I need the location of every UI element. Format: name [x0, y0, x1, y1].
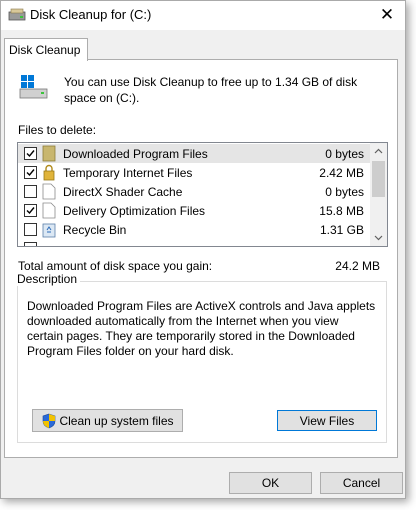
file-name: Delivery Optimization Files: [63, 204, 206, 218]
cancel-button[interactable]: Cancel: [320, 472, 403, 494]
close-icon: ✕: [379, 5, 395, 24]
total-space-label: Total amount of disk space you gain:: [18, 259, 213, 273]
checkbox[interactable]: [24, 242, 37, 246]
vertical-scrollbar[interactable]: [370, 143, 387, 246]
files-list[interactable]: Downloaded Program Files 0 bytes Tempora…: [17, 142, 388, 247]
list-item[interactable]: Downloaded Program Files 0 bytes: [18, 144, 370, 163]
scroll-down-icon[interactable]: [370, 229, 387, 246]
file-size: 2.42 MB: [319, 166, 364, 180]
shield-icon: [42, 413, 56, 429]
view-files-button[interactable]: View Files: [277, 410, 377, 431]
checkbox[interactable]: [24, 185, 37, 198]
view-files-label: View Files: [299, 414, 355, 428]
recycle-bin-icon: [42, 223, 56, 238]
file-size: 0 bytes: [325, 185, 364, 199]
disk-cleanup-icon: [8, 8, 26, 21]
tab-disk-cleanup[interactable]: Disk Cleanup: [4, 38, 88, 61]
checkbox[interactable]: [24, 166, 37, 179]
scrollbar-thumb[interactable]: [372, 161, 385, 197]
disk-cleanup-window: Disk Cleanup for (C:) ✕ Disk Cleanup You…: [0, 0, 406, 499]
clean-up-system-files-button[interactable]: Clean up system files: [32, 409, 183, 432]
drive-icon: [19, 75, 48, 99]
scroll-up-icon[interactable]: [370, 143, 387, 160]
title-bar: Disk Cleanup for (C:) ✕: [1, 1, 405, 30]
intro-text: You can use Disk Cleanup to free up to 1…: [64, 75, 358, 105]
lock-icon: [43, 164, 55, 181]
window-title: Disk Cleanup for (C:): [30, 7, 152, 22]
tab-panel: You can use Disk Cleanup to free up to 1…: [4, 59, 398, 458]
total-space-value: 24.2 MB: [335, 259, 380, 273]
checkmark-icon: [26, 150, 35, 158]
checkmark-icon: [26, 169, 35, 177]
files-to-delete-label: Files to delete:: [18, 123, 97, 137]
ok-label: OK: [261, 476, 280, 490]
checkbox[interactable]: [24, 204, 37, 217]
list-item[interactable]: Delivery Optimization Files 15.8 MB: [18, 201, 370, 220]
list-item[interactable]: DirectX Shader Cache 0 bytes: [18, 182, 370, 201]
checkbox[interactable]: [24, 223, 37, 236]
ok-button[interactable]: OK: [229, 472, 312, 494]
file-name: Temporary Internet Files: [63, 166, 193, 180]
close-button[interactable]: ✕: [369, 1, 405, 30]
folder-icon: [42, 145, 56, 162]
checkmark-icon: [26, 207, 35, 215]
file-size: 1.31 GB: [319, 223, 364, 237]
file-name: Recycle Bin: [63, 223, 127, 237]
list-item[interactable]: Temporary Internet Files 2.42 MB: [18, 163, 370, 182]
file-icon: [42, 202, 56, 219]
description-legend: Description: [14, 272, 81, 286]
cancel-label: Cancel: [342, 476, 381, 490]
file-name: Downloaded Program Files: [63, 147, 208, 161]
file-size: 15.8 MB: [319, 204, 364, 218]
list-item[interactable]: Recycle Bin 1.31 GB: [18, 220, 370, 239]
tab-label: Disk Cleanup: [9, 43, 81, 57]
file-size: 0 bytes: [325, 147, 364, 161]
file-icon: [42, 183, 56, 200]
file-name: DirectX Shader Cache: [63, 185, 183, 199]
clean-up-system-files-label: Clean up system files: [59, 414, 174, 428]
list-item[interactable]: [18, 239, 370, 246]
description-text: Downloaded Program Files are ActiveX con…: [27, 299, 376, 358]
checkbox[interactable]: [24, 147, 37, 160]
